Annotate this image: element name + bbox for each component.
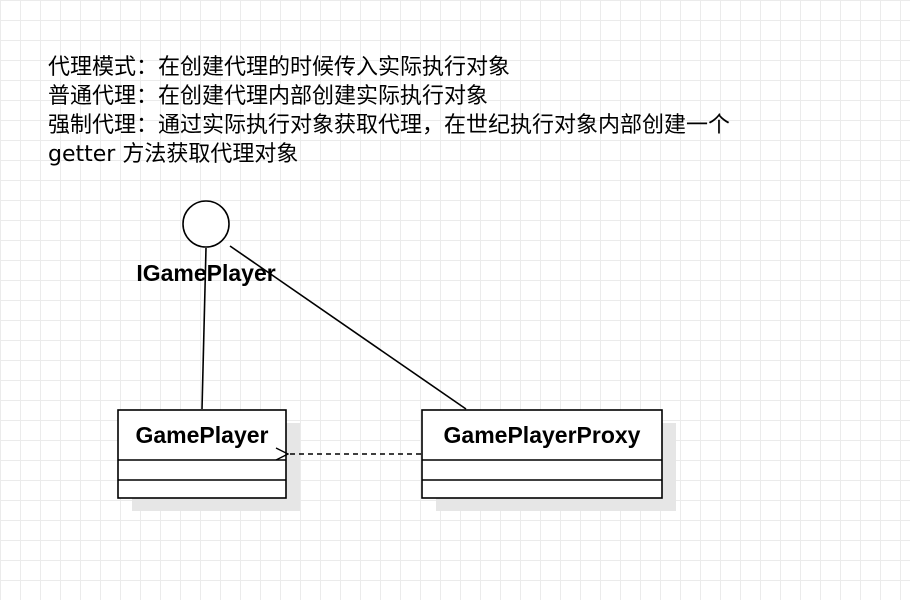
class-name: GamePlayerProxy xyxy=(444,422,641,448)
class-box-gameplayerproxy[interactable]: GamePlayerProxy xyxy=(421,409,676,511)
interface-lollipop[interactable] xyxy=(182,200,230,248)
uml-diagram: IGamePlayer GamePlayer GamePlayerProxy xyxy=(117,200,676,511)
realization-line-proxy xyxy=(229,245,467,410)
class-box-gameplayer[interactable]: GamePlayer xyxy=(117,409,300,511)
class-name: GamePlayer xyxy=(136,422,269,448)
